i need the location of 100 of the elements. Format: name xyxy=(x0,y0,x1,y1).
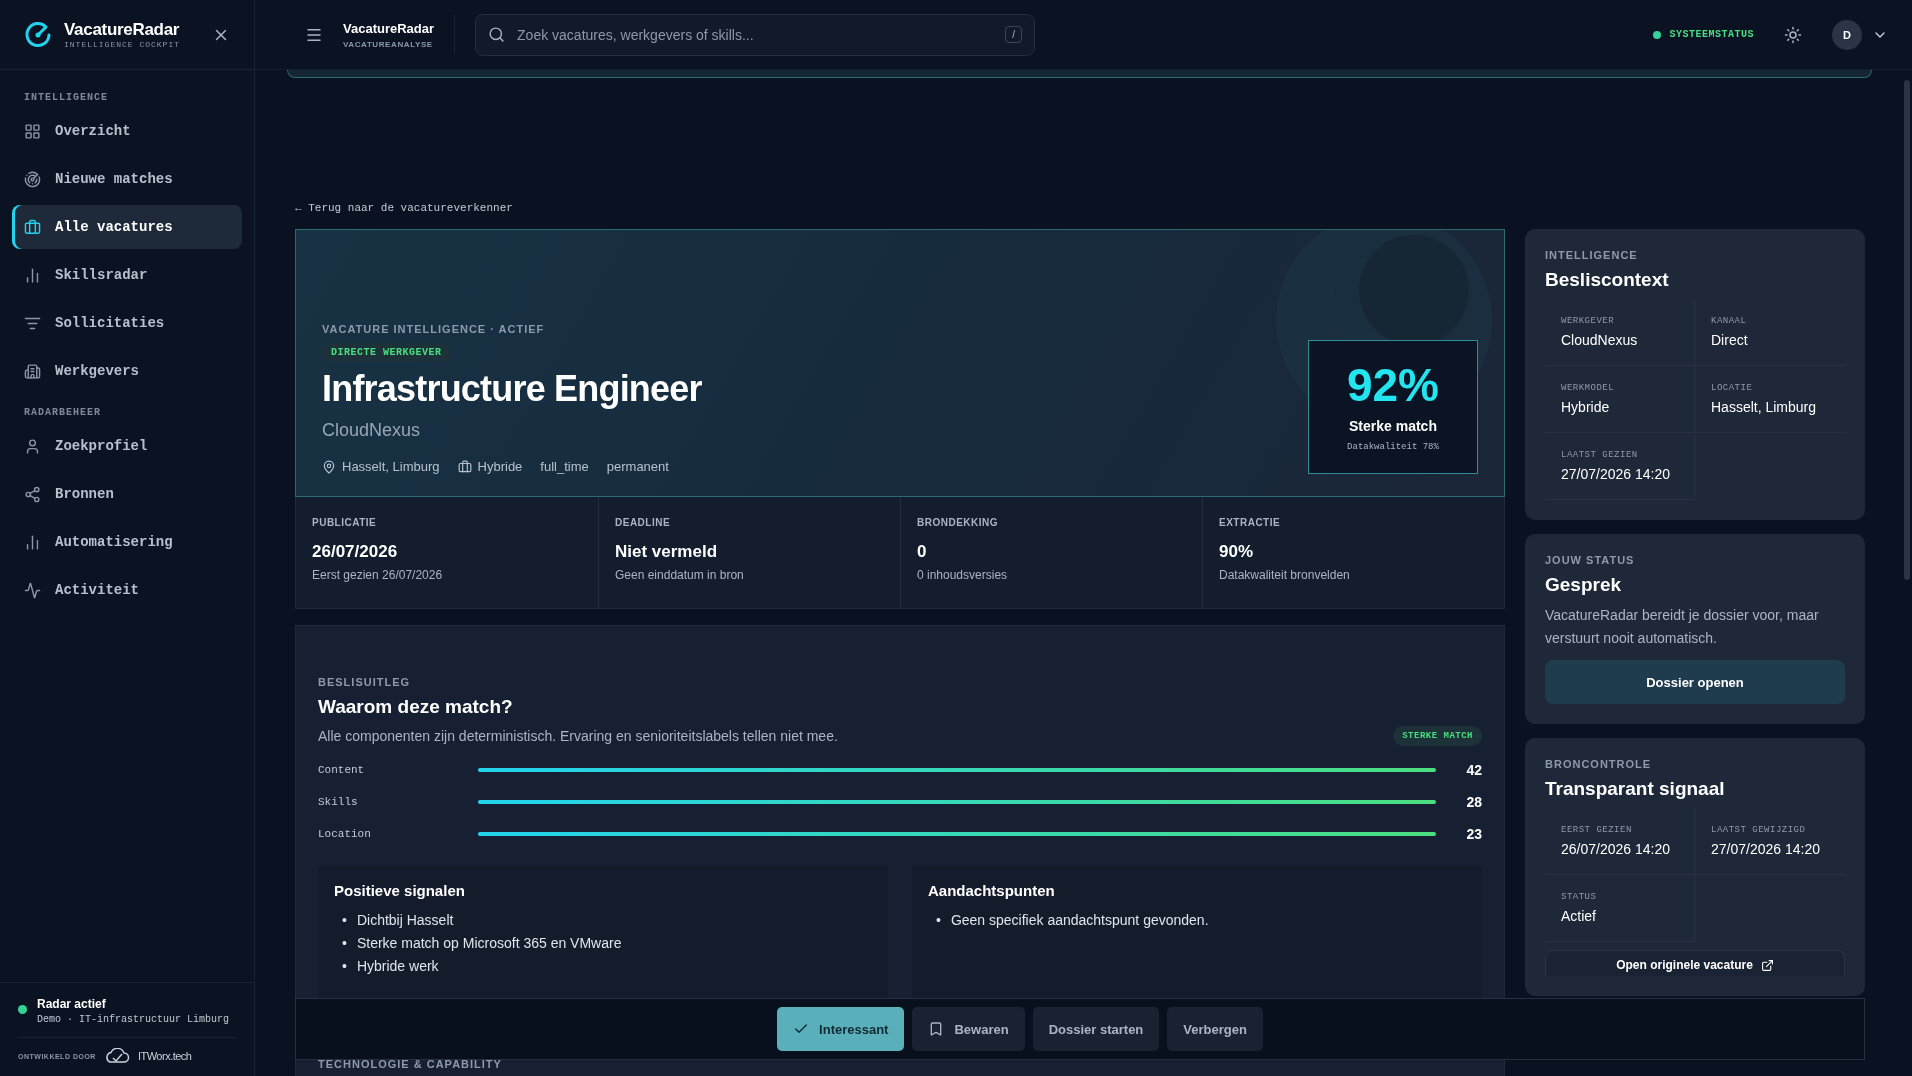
match-label: Sterke match xyxy=(1349,418,1437,434)
field-value: Hasselt, Limburg xyxy=(1711,399,1818,415)
field-label: WERKMODEL xyxy=(1561,383,1616,393)
signal-item: Geen specifiek aandachtspunt gevonden. xyxy=(950,911,1209,930)
cloud-logo-icon xyxy=(103,1048,130,1064)
field-value: Hybride xyxy=(1561,399,1611,415)
back-link[interactable]: ← Terug naar de vacatureverkenner xyxy=(295,202,513,214)
company-name: CloudNexus xyxy=(322,420,422,441)
signal-item: Dichtbij Hasselt xyxy=(356,911,454,930)
app-subtitle: INTELLIGENCE COCKPIT xyxy=(64,40,181,49)
employer-badge: DIRECTE WERKGEVER xyxy=(322,343,451,362)
avatar: D xyxy=(1832,19,1862,50)
user-icon xyxy=(24,437,41,455)
box-title: Positieve signalen xyxy=(334,882,466,899)
card-title: Besliscontext xyxy=(1545,269,1670,291)
field-value: CloudNexus xyxy=(1561,332,1639,348)
bullet: • xyxy=(936,911,941,930)
briefcase-icon xyxy=(457,459,472,474)
nav-section-title: INTELLIGENCE xyxy=(23,91,109,105)
action-button[interactable]: Interessant xyxy=(777,1007,905,1051)
search-input[interactable]: Zoek vacatures, werkgevers of skills... xyxy=(515,25,996,44)
score-label: Content xyxy=(318,764,366,776)
bullet: • xyxy=(342,934,347,953)
action-button[interactable]: Bewaren xyxy=(912,1007,1025,1051)
nav-item[interactable]: Werkgevers xyxy=(12,349,242,393)
signal-item: Sterke match op Microsoft 365 en VMware xyxy=(356,934,622,953)
stat-label: DEADLINE xyxy=(615,517,672,528)
section-eyebrow: BESLISUITLEG xyxy=(318,676,412,688)
app-name: VacatureRadar xyxy=(64,20,181,40)
signal-item: Hybride werk xyxy=(356,957,439,976)
stat-note: Geen einddatum in bron xyxy=(615,568,745,582)
score-label: Location xyxy=(318,828,372,840)
vacancy-title: Infrastructure Engineer xyxy=(322,368,703,410)
field-value: 26/07/2026 14:20 xyxy=(1561,841,1671,857)
meta-text: Hasselt, Limburg xyxy=(342,459,440,474)
field-value: 27/07/2026 14:20 xyxy=(1561,466,1671,482)
stat-note: Eerst gezien 26/07/2026 xyxy=(312,568,444,582)
match-score: 92% xyxy=(1346,362,1440,408)
theme-button[interactable] xyxy=(1784,25,1802,44)
field-value: 27/07/2026 14:20 xyxy=(1711,841,1821,857)
bullet: • xyxy=(342,911,347,930)
bullet: • xyxy=(342,957,347,976)
field-label: STATUS xyxy=(1561,892,1598,902)
nav-item[interactable]: Nieuwe matches xyxy=(12,157,242,201)
open-original-button[interactable]: Open originele vacature xyxy=(1545,950,1845,976)
field-label: WERKGEVER xyxy=(1561,316,1616,326)
action-button[interactable]: Dossier starten xyxy=(1032,1007,1160,1051)
open-dossier-button[interactable]: Dossier openen xyxy=(1545,660,1845,704)
card-eyebrow: INTELLIGENCE xyxy=(1545,249,1639,261)
field-label: KANAAL xyxy=(1711,316,1748,326)
logo-icon xyxy=(24,20,52,49)
nav-item[interactable]: Bronnen xyxy=(12,472,242,516)
field-label: LAATST GEZIEN xyxy=(1561,450,1639,460)
radar-detail: Demo · IT-infrastructuur Limburg xyxy=(37,1014,230,1025)
nav-item[interactable]: Activiteit xyxy=(12,568,242,612)
external-link-icon xyxy=(1760,958,1774,972)
stat-note: 0 inhoudsversies xyxy=(917,568,1009,582)
card-text: VacatureRadar bereidt je dossier voor, maar verstuurt nooit automatisch. xyxy=(1545,606,1820,648)
page-subtitle: VACATUREANALYSE xyxy=(343,39,434,49)
stat-value: 0 xyxy=(917,542,928,562)
score-value: 23 xyxy=(1465,826,1482,842)
share-icon xyxy=(24,485,41,503)
bar-chart-icon xyxy=(24,533,41,551)
stat-value: Niet vermeld xyxy=(615,542,719,562)
field-label: LAATST GEWIJZIGD xyxy=(1711,825,1807,835)
data-quality: Datakwaliteit 78% xyxy=(1347,442,1439,452)
stat-value: 90% xyxy=(1219,542,1255,562)
nav-item[interactable]: Sollicitaties xyxy=(12,301,242,345)
bar-chart-icon xyxy=(24,266,41,284)
page-title: VacatureRadar xyxy=(343,20,435,36)
nav-item[interactable]: Skillsradar xyxy=(12,253,242,297)
action-button[interactable]: Verbergen xyxy=(1167,1007,1263,1051)
status-dot xyxy=(18,1005,27,1014)
box-title: Aandachtspunten xyxy=(928,882,1056,899)
search-icon xyxy=(488,26,506,43)
field-value: Direct xyxy=(1711,332,1749,348)
card-title: Transparant signaal xyxy=(1545,778,1726,800)
section-title: Waarom deze match? xyxy=(318,696,514,718)
nav-item[interactable]: Alle vacatures xyxy=(12,205,242,249)
card-eyebrow: BRONCONTROLE xyxy=(1545,758,1653,770)
pin-icon xyxy=(322,459,336,474)
system-status[interactable]: SYSTEEMSTATUS xyxy=(1653,29,1754,40)
meta-text: full_time xyxy=(540,459,589,474)
stat-label: EXTRACTIE xyxy=(1219,517,1282,528)
section-eyebrow: TECHNOLOGIE & CAPABILITY xyxy=(318,1058,503,1070)
score-value: 42 xyxy=(1465,762,1482,778)
meta-text: Hybride xyxy=(477,459,523,474)
activity-icon xyxy=(24,581,41,599)
nav-item[interactable]: Overzicht xyxy=(12,109,242,153)
field-label: LOCATIE xyxy=(1711,383,1754,393)
account-menu[interactable]: D xyxy=(1832,19,1888,50)
radar-icon xyxy=(24,170,41,188)
match-badge: STERKE MATCH xyxy=(1393,726,1482,746)
nav-item[interactable]: Automatisering xyxy=(12,520,242,564)
radar-status: Radar actief xyxy=(37,997,107,1011)
scrollbar[interactable] xyxy=(1904,80,1910,580)
search-bar[interactable]: Zoek vacatures, werkgevers of skills... / xyxy=(475,13,1036,56)
section-description: Alle componenten zijn deterministisch. Ervaring en senioriteitslabels tellen niet mee. xyxy=(318,728,838,744)
nav-item[interactable]: Zoekprofiel xyxy=(12,424,242,468)
stat-note: Datakwaliteit bronvelden xyxy=(1219,568,1351,582)
